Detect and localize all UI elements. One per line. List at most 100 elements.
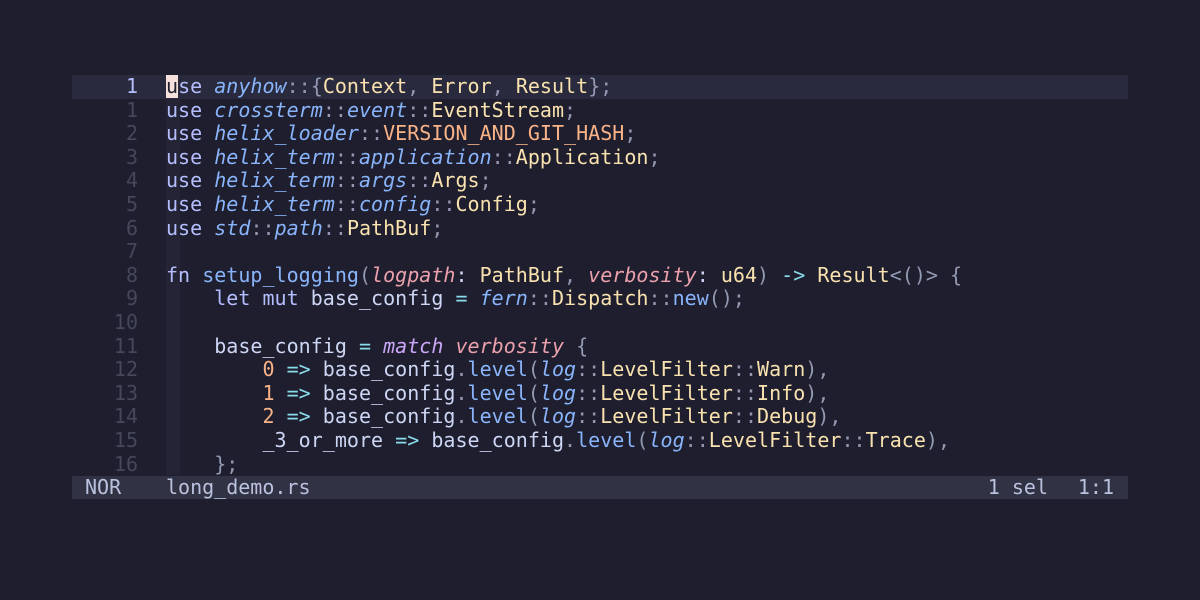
code-token: ),: [805, 357, 830, 382]
code-line[interactable]: use anyhow::{Context, Error, Result};: [166, 75, 1128, 99]
code-token: 0: [262, 357, 275, 382]
cursor-position: 1:1: [1077, 475, 1114, 499]
code-token: {: [937, 262, 963, 287]
code-token: ::: [407, 168, 432, 193]
code-token: application: [359, 144, 492, 169]
line-number: 2: [125, 121, 138, 146]
code-token: :: [696, 262, 721, 287]
code-token: ::: [334, 191, 359, 216]
code-line[interactable]: 1 => base_config.level(log::LevelFilter:…: [166, 380, 1128, 406]
code-token: ::: [334, 144, 359, 169]
line-number: 1: [72, 74, 166, 99]
code-token: level: [467, 357, 528, 382]
code-token: EventStream: [431, 97, 565, 122]
code-token: ::: [286, 75, 311, 98]
code-token: ;: [624, 121, 637, 146]
code-token: level: [467, 404, 528, 429]
code-line[interactable]: fn setup_logging(logpath: PathBuf, verbo…: [166, 262, 1128, 288]
code-token: Debug: [757, 404, 818, 429]
code-token: ::: [491, 144, 516, 169]
code-token: .: [564, 427, 577, 452]
code-line[interactable]: use helix_loader::VERSION_AND_GIT_HASH;: [166, 121, 1128, 146]
code-token: anyhow: [214, 75, 287, 98]
code-token: LevelFilter: [708, 427, 842, 452]
code-token: .: [455, 380, 468, 405]
code-token: ::: [322, 215, 347, 240]
code-token: ::: [334, 168, 359, 193]
code-token: Args: [431, 168, 480, 193]
code-token: Error: [431, 75, 492, 98]
code-token: ;: [648, 144, 661, 169]
code-token: Context: [322, 75, 408, 98]
code-token: use: [166, 191, 203, 216]
code-line[interactable]: [166, 310, 1128, 335]
code-token: path: [274, 215, 323, 240]
code-token: event: [346, 97, 408, 122]
code-line[interactable]: use crossterm::event::EventStream;: [166, 97, 1128, 123]
code-token: Dispatch: [551, 286, 649, 311]
code-token: se: [178, 75, 203, 98]
code-token: log: [539, 404, 577, 429]
code-token: fern: [479, 286, 528, 311]
code-line[interactable]: };: [166, 452, 1128, 476]
code-token: ),: [817, 404, 842, 429]
code-token: LevelFilter: [600, 404, 733, 429]
code-token: (: [636, 427, 649, 452]
code-token: use: [166, 97, 203, 122]
code-token: =>: [395, 427, 420, 452]
code-token: ::: [684, 427, 709, 452]
code-line[interactable]: use helix_term::config::Config;: [166, 191, 1128, 217]
code-token: .: [455, 404, 468, 429]
code-token: =>: [286, 357, 311, 382]
code-token: LevelFilter: [600, 380, 733, 405]
code-token: level: [576, 427, 637, 452]
code-line[interactable]: use helix_term::args::Args;: [166, 169, 1128, 193]
code-line[interactable]: base_config = match verbosity {: [166, 333, 1128, 359]
code-token: ::: [527, 286, 552, 311]
code-token: ::: [576, 404, 601, 429]
code-line[interactable]: 0 => base_config.level(log::LevelFilter:…: [166, 357, 1128, 382]
code-token: let: [214, 286, 251, 311]
code-line[interactable]: use helix_term::application::Application…: [166, 144, 1128, 170]
code-token: LevelFilter: [600, 357, 733, 382]
code-token: PathBuf: [479, 262, 565, 287]
code-token: (: [358, 262, 372, 287]
code-line[interactable]: _3_or_more => base_config.level(log::Lev…: [166, 427, 1128, 453]
file-name: long_demo.rs: [166, 475, 311, 499]
code-token: (: [527, 404, 540, 429]
code-token: Config: [455, 191, 528, 216]
text-cursor: u: [166, 75, 179, 98]
code-token: args: [359, 168, 408, 193]
code-token: match: [383, 333, 444, 358]
code-line[interactable]: [166, 240, 1128, 264]
code-token: ): [757, 262, 782, 287]
code-line[interactable]: let mut base_config = fern::Dispatch::ne…: [166, 287, 1128, 311]
code-text-area[interactable]: use anyhow::{Context, Error, Result}; use…: [166, 75, 1128, 475]
line-number: 4: [125, 168, 138, 193]
code-line[interactable]: 2 => base_config.level(log::LevelFilter:…: [166, 405, 1128, 429]
code-token: ::: [576, 380, 601, 405]
code-token: base_config: [166, 333, 359, 358]
editor-view[interactable]: 1 1 2 3 4 5 6 7 8 9 10 11 12 13 14 15 16 use anyhow::{Co…: [72, 74, 1128, 476]
code-token: use: [166, 168, 203, 193]
code-token: ::: [648, 286, 673, 311]
code-token: crossterm: [214, 97, 323, 122]
code-token: ();: [708, 286, 745, 311]
code-token: log: [539, 380, 577, 405]
line-number: 11: [113, 333, 138, 358]
indent-guide: [166, 240, 180, 264]
line-number: 16: [113, 451, 138, 476]
code-token: Application: [515, 144, 649, 169]
code-token: ,: [407, 75, 432, 98]
code-line[interactable]: use std::path::PathBuf;: [166, 215, 1128, 241]
code-token: _3_or_more: [166, 427, 396, 452]
